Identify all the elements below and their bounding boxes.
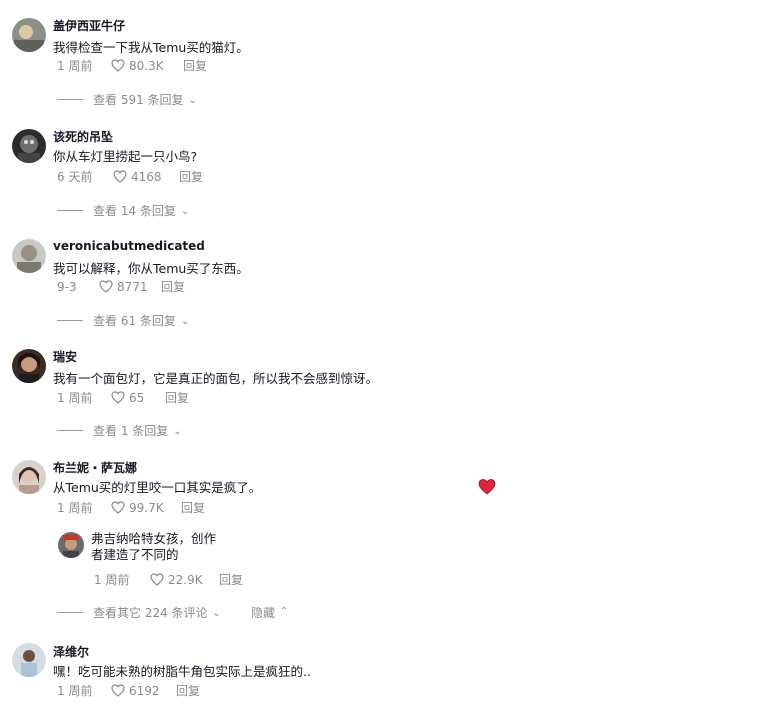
comment-time: 1 周前 <box>57 501 93 515</box>
like-button[interactable]: 65 <box>111 391 165 405</box>
like-count: 22.9K <box>168 572 203 587</box>
reply-button[interactable]: 回复 <box>176 682 200 699</box>
heart-outline-icon <box>150 573 164 586</box>
chevron-down-icon: ⌄ <box>188 95 197 106</box>
like-count: 6192 <box>129 683 160 698</box>
comment-text: 嘿！吃可能未熟的树脂牛角包实际上是疯狂的.. <box>53 664 311 679</box>
avatar[interactable] <box>12 643 46 677</box>
reply-button[interactable]: 回复 <box>181 499 205 516</box>
chevron-up-icon: ⌃ <box>279 606 289 617</box>
reply-button[interactable]: 回复 <box>161 278 185 295</box>
hide-replies-button[interactable]: 隐藏 ⌃ <box>251 604 288 621</box>
divider-line <box>57 210 83 211</box>
divider-line <box>57 430 83 431</box>
heart-outline-icon <box>99 280 113 293</box>
comment-item: veronicabutmedicated 我可以解释，你从Temu买了东西。 9… <box>0 222 776 332</box>
chevron-down-icon: ⌄ <box>180 206 190 217</box>
comment-item: 盖伊西亚牛仔 我得检查一下我从Temu买的猫灯。 1 周前 80.3K 回复 查… <box>0 0 776 110</box>
divider-line <box>57 320 83 321</box>
comment-meta: 1 周前 6192 回复 <box>57 682 200 699</box>
reply-meta: 1 周前 22.9K 回复 <box>94 571 243 588</box>
chevron-down-icon: ⌄ <box>180 316 190 327</box>
view-more-comments-button[interactable]: 查看其它 224 条评论 ⌄ <box>93 604 221 621</box>
comment-time: 1 周前 <box>57 391 93 405</box>
comment-time: 6 天前 <box>57 170 93 184</box>
username[interactable]: 该死的吊坠 <box>53 128 113 145</box>
heart-outline-icon <box>113 170 127 183</box>
comment-meta: 9-3 8771 回复 <box>57 278 185 295</box>
divider-line <box>57 612 83 613</box>
divider-line <box>57 99 83 100</box>
thread-footer: 查看其它 224 条评论 ⌄ 隐藏 ⌃ <box>57 604 288 621</box>
view-replies-button[interactable]: 查看 61 条回复 ⌄ <box>57 312 189 329</box>
like-button[interactable]: 80.3K <box>111 59 183 73</box>
like-button[interactable]: 4168 <box>113 170 179 184</box>
reply-button[interactable]: 回复 <box>165 389 189 406</box>
heart-filled-icon[interactable] <box>478 478 496 496</box>
username[interactable]: 瑞安 <box>53 348 77 365</box>
like-button[interactable]: 8771 <box>99 280 161 294</box>
view-replies-label: 查看 1 条回复 <box>93 424 169 438</box>
username[interactable]: 布兰妮・萨瓦娜 <box>53 459 137 476</box>
reply-text-line: 弗吉纳哈特女孩，创作 <box>91 531 217 546</box>
comment-text: 你从车灯里捞起一只小鸟? <box>53 149 198 164</box>
reply-text-line: 者建造了不同的 <box>91 547 179 562</box>
avatar[interactable] <box>12 460 46 494</box>
view-replies-label: 查看 591 条回复 <box>93 93 184 107</box>
comment-time: 1 周前 <box>57 59 93 73</box>
comment-text: 从Temu买的灯里咬一口其实是疯了。 <box>53 480 262 495</box>
like-button[interactable]: 6192 <box>111 684 176 698</box>
reply-button[interactable]: 回复 <box>183 57 207 74</box>
like-count: 80.3K <box>129 58 164 73</box>
view-replies-button[interactable]: 查看 1 条回复 ⌄ <box>57 422 182 439</box>
comment-meta: 1 周前 80.3K 回复 <box>57 57 207 74</box>
username[interactable]: veronicabutmedicated <box>53 239 205 253</box>
username[interactable]: 盖伊西亚牛仔 <box>53 17 125 34</box>
view-more-label: 查看其它 224 条评论 <box>93 606 208 620</box>
like-count: 99.7K <box>129 500 164 515</box>
comment-meta: 6 天前 4168 回复 <box>57 168 203 185</box>
view-replies-label: 查看 61 条回复 <box>93 314 176 328</box>
avatar[interactable] <box>12 349 46 383</box>
chevron-down-icon: ⌄ <box>173 426 182 437</box>
reply-text: 弗吉纳哈特女孩，创作 者建造了不同的 <box>91 531 216 563</box>
avatar[interactable] <box>12 18 46 52</box>
reply-button[interactable]: 回复 <box>219 571 243 588</box>
heart-outline-icon <box>111 391 125 404</box>
avatar[interactable] <box>12 129 46 163</box>
like-count: 4168 <box>131 169 162 184</box>
reply-time: 1 周前 <box>94 573 130 587</box>
view-replies-button[interactable]: 查看 14 条回复 ⌄ <box>57 202 189 219</box>
view-replies-label: 查看 14 条回复 <box>93 204 176 218</box>
avatar[interactable] <box>12 239 46 273</box>
chevron-down-icon: ⌄ <box>212 608 221 619</box>
view-replies-button[interactable]: 查看 591 条回复 ⌄ <box>57 91 197 108</box>
comment-item: 该死的吊坠 你从车灯里捞起一只小鸟? 6 天前 4168 回复 查看 14 条回… <box>0 111 776 221</box>
comment-text: 我得检查一下我从Temu买的猫灯。 <box>53 40 249 55</box>
like-button[interactable]: 22.9K <box>150 573 219 587</box>
comment-text: 我可以解释，你从Temu买了东西。 <box>53 261 249 276</box>
comment-meta: 1 周前 99.7K 回复 <box>57 499 205 516</box>
hide-label: 隐藏 <box>250 606 275 620</box>
comment-time: 9-3 <box>57 279 77 294</box>
reply-button[interactable]: 回复 <box>179 168 203 185</box>
comment-meta: 1 周前 65 回复 <box>57 389 189 406</box>
comment-text: 我有一个面包灯，它是真正的面包，所以我不会感到惊讶。 <box>53 371 379 386</box>
heart-outline-icon <box>111 59 125 72</box>
heart-outline-icon <box>111 684 125 697</box>
username[interactable]: 泽维尔 <box>53 643 89 660</box>
like-count: 8771 <box>117 279 148 294</box>
avatar[interactable] <box>58 532 84 558</box>
heart-outline-icon <box>111 501 125 514</box>
like-button[interactable]: 99.7K <box>111 501 181 515</box>
comment-item: 瑞安 我有一个面包灯，它是真正的面包，所以我不会感到惊讶。 1 周前 65 回复… <box>0 333 776 443</box>
comment-item: 泽维尔 嘿！吃可能未熟的树脂牛角包实际上是疯狂的.. 1 周前 6192 回复 <box>0 626 776 707</box>
like-count: 65 <box>129 390 145 405</box>
comment-time: 1 周前 <box>57 684 93 698</box>
